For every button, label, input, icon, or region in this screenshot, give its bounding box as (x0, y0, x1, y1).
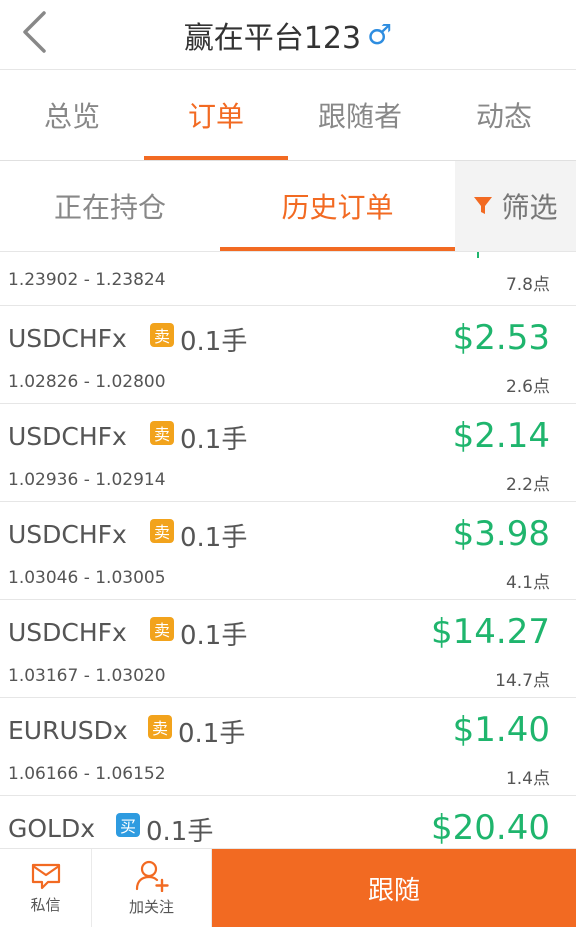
symbol-name: USDCHFx (8, 520, 127, 549)
message-label: 私信 (30, 895, 61, 914)
points-value: 14.7点 (495, 671, 550, 691)
price-range: 1.03046 - 1.03005 (8, 568, 166, 588)
list-item[interactable]: GOLDx 买 0.1手 $20.40 (0, 796, 576, 848)
sub-tabs: 正在持仓 历史订单 筛选 (0, 161, 576, 252)
points-value: 7.8点 (505, 275, 550, 295)
price-range: 1.06166 - 1.06152 (8, 764, 166, 784)
profit-partial-mark (477, 252, 479, 258)
sell-badge: 卖 (150, 617, 174, 641)
profit-value: $2.14 (452, 416, 550, 456)
message-button[interactable]: 私信 (0, 849, 92, 927)
envelope-icon (31, 863, 60, 889)
profit-value: $2.53 (452, 318, 550, 358)
header-bar: 赢在平台123 ♂ (0, 0, 576, 70)
lot-size: 0.1手 (180, 327, 248, 357)
symbol-name: USDCHFx (8, 422, 127, 451)
symbol-name: GOLDx (8, 814, 96, 843)
add-follow-button[interactable]: 加关注 (92, 849, 212, 927)
sell-badge: 卖 (150, 421, 174, 445)
price-range: 1.02826 - 1.02800 (8, 372, 166, 392)
filter-label: 筛选 (501, 191, 558, 224)
symbol-name: USDCHFx (8, 324, 127, 353)
list-item[interactable]: USDCHFx 卖 0.1手 $3.98 1.03046 - 1.03005 4… (0, 502, 576, 600)
sell-badge: 卖 (150, 323, 174, 347)
profit-value: $3.98 (452, 514, 550, 554)
list-item[interactable]: USDCHFx 卖 0.1手 $14.27 1.03167 - 1.03020 … (0, 600, 576, 698)
back-button[interactable] (14, 8, 54, 56)
points-value: 1.4点 (505, 769, 550, 789)
tab-orders[interactable]: 订单 (144, 70, 288, 160)
main-tabs: 总览 订单 跟随者 动态 (0, 70, 576, 161)
bottom-action-bar: 私信 加关注 跟随 (0, 848, 576, 927)
follow-button[interactable]: 跟随 (212, 849, 576, 927)
list-item[interactable]: EURUSDx 卖 0.1手 $1.40 1.06166 - 1.06152 1… (0, 698, 576, 796)
profit-value: $20.40 (431, 808, 550, 848)
lot-size: 0.1手 (180, 425, 248, 455)
tab-order-history[interactable]: 历史订单 (220, 161, 455, 251)
title-wrap: 赢在平台123 ♂ (184, 13, 392, 57)
lot-size: 0.1手 (180, 523, 248, 553)
price-range: 1.02936 - 1.02914 (8, 470, 166, 490)
add-user-icon (135, 860, 169, 892)
symbol-name: USDCHFx (8, 618, 127, 647)
list-item[interactable]: 1.23902 - 1.23824 7.8点 (0, 252, 576, 306)
sell-badge: 卖 (150, 519, 174, 543)
male-gender-icon: ♂ (367, 18, 393, 51)
buy-badge: 买 (116, 813, 140, 837)
symbol-name: EURUSDx (8, 716, 128, 745)
tab-activity[interactable]: 动态 (432, 70, 576, 160)
tab-overview[interactable]: 总览 (0, 70, 144, 160)
order-history-list[interactable]: 1.23902 - 1.23824 7.8点 USDCHFx 卖 0.1手 $2… (0, 252, 576, 848)
lot-size: 0.1手 (178, 719, 246, 749)
points-value: 4.1点 (505, 573, 550, 593)
lot-size: 0.1手 (146, 817, 214, 847)
tab-open-positions[interactable]: 正在持仓 (0, 161, 220, 251)
list-item[interactable]: USDCHFx 卖 0.1手 $2.53 1.02826 - 1.02800 2… (0, 306, 576, 404)
price-range: 1.23902 - 1.23824 (8, 270, 166, 290)
page-title: 赢在平台123 (183, 20, 362, 56)
profit-value: $14.27 (431, 612, 550, 652)
price-range: 1.03167 - 1.03020 (8, 666, 166, 686)
add-follow-label: 加关注 (128, 897, 174, 916)
points-value: 2.6点 (505, 377, 550, 397)
points-value: 2.2点 (505, 475, 550, 495)
sell-badge: 卖 (148, 715, 172, 739)
filter-button[interactable]: 筛选 (455, 161, 576, 251)
filter-funnel-icon (474, 197, 493, 214)
tab-followers[interactable]: 跟随者 (288, 70, 432, 160)
profit-value: $1.40 (452, 710, 550, 750)
list-item[interactable]: USDCHFx 卖 0.1手 $2.14 1.02936 - 1.02914 2… (0, 404, 576, 502)
lot-size: 0.1手 (180, 621, 248, 651)
chevron-left-icon (23, 11, 46, 53)
